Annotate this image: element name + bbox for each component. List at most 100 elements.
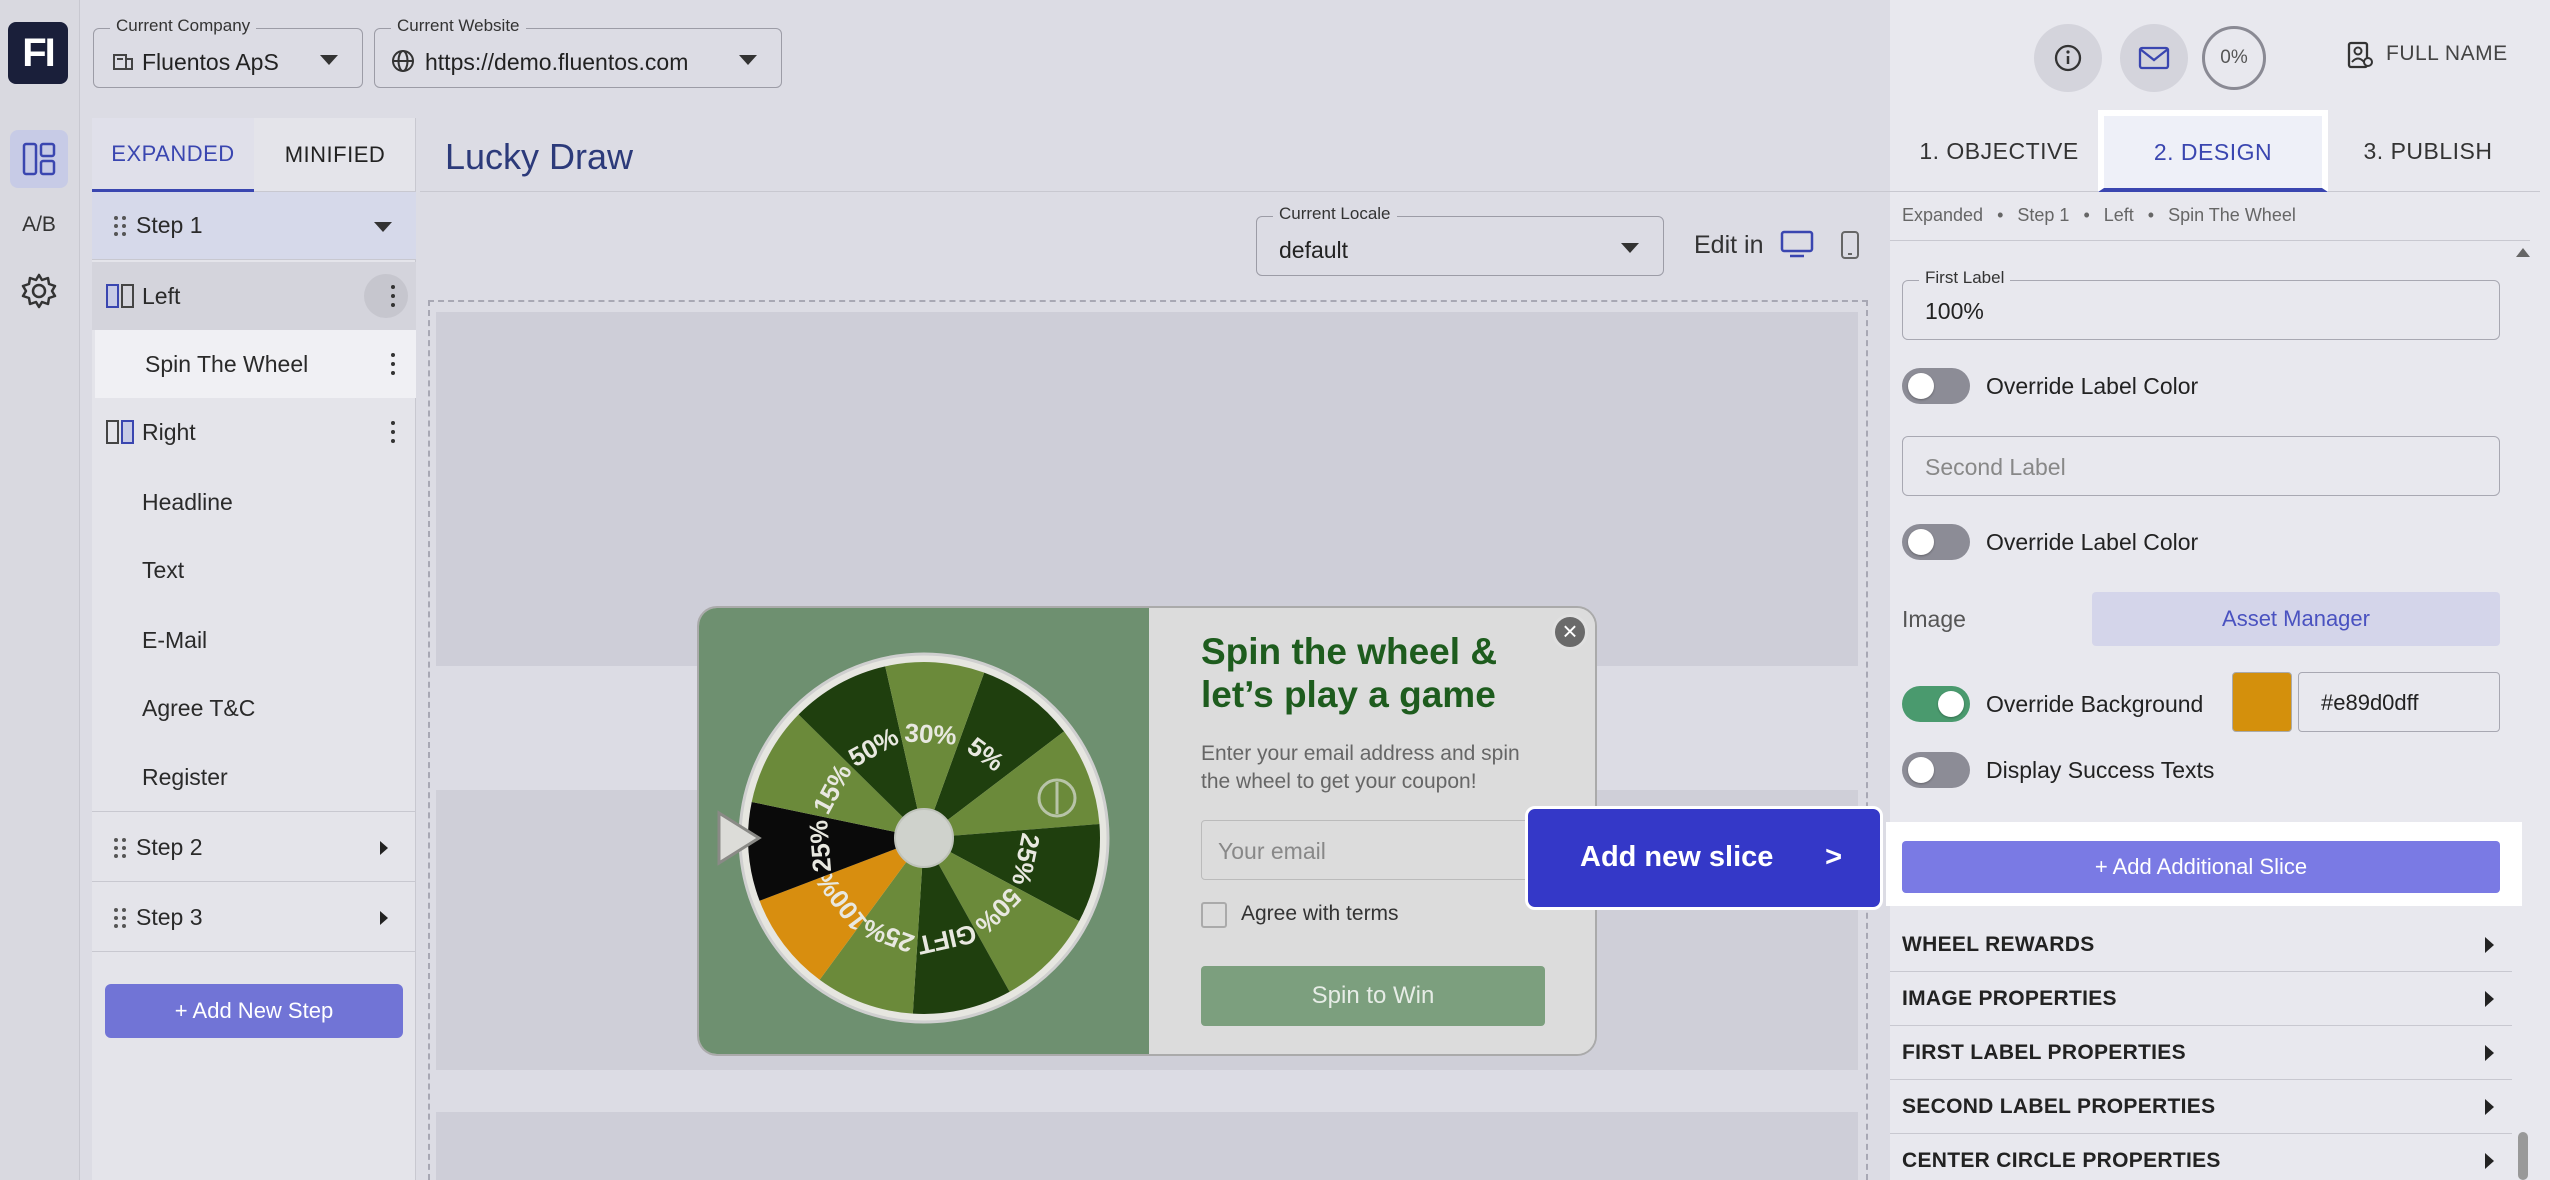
breadcrumb-item[interactable]: Expanded: [1902, 205, 1983, 226]
element-label: E-Mail: [142, 626, 208, 653]
tab-publish[interactable]: 3. PUBLISH: [2328, 110, 2528, 192]
accordion-wheel-rewards[interactable]: WHEEL REWARDS: [1890, 918, 2512, 972]
menu-button-bg: [364, 274, 408, 318]
tab-objective[interactable]: 1. OBJECTIVE: [1900, 110, 2098, 192]
column-layout-icon: [106, 284, 134, 308]
element-item-headline[interactable]: Headline: [92, 468, 416, 536]
tab-minified[interactable]: MINIFIED: [254, 118, 416, 192]
asset-manager-button[interactable]: Asset Manager: [2092, 592, 2500, 646]
chevron-right-icon: [2485, 990, 2494, 1007]
terms-checkbox[interactable]: [1201, 902, 1227, 928]
company-select-value: Fluentos ApS: [142, 49, 279, 75]
breadcrumb-item: Spin The Wheel: [2168, 205, 2296, 225]
field-label: First Label: [1919, 268, 2011, 288]
locale-select-label: Current Locale: [1273, 204, 1397, 224]
override-background-toggle[interactable]: [1902, 686, 1970, 722]
editor-title-bar: [420, 118, 1890, 192]
website-select[interactable]: Current Website https://demo.fluentos.co…: [374, 16, 782, 88]
element-label: Agree T&C: [142, 694, 256, 721]
color-value: #e89d0dff: [2321, 690, 2419, 715]
accordion-first-label-properties[interactable]: FIRST LABEL PROPERTIES: [1890, 1026, 2512, 1080]
website-select-label: Current Website: [391, 16, 526, 36]
element-item-agree-tc[interactable]: Agree T&C: [92, 674, 416, 742]
prize-wheel[interactable]: 5%25%50%GIFT25%100%25%15%50% 30%: [699, 608, 1149, 1056]
toggle-label: Override Background: [1986, 691, 2204, 717]
drag-handle-icon[interactable]: [114, 216, 128, 236]
settings-nav-button[interactable]: [10, 262, 68, 320]
element-item-text[interactable]: Text: [92, 536, 416, 604]
chevron-right-icon: [2485, 1098, 2494, 1115]
editor-nav-button[interactable]: [10, 130, 68, 188]
popup-email-input[interactable]: Your email: [1201, 820, 1561, 880]
gear-icon: [21, 273, 57, 309]
accordion-label: WHEEL REWARDS: [1902, 932, 2095, 956]
accordion-center-circle-properties[interactable]: CENTER CIRCLE PROPERTIES: [1890, 1134, 2512, 1180]
element-item-register[interactable]: Register: [92, 744, 416, 812]
info-icon: [2054, 44, 2082, 72]
company-select-label: Current Company: [110, 16, 257, 36]
app-logo[interactable]: FI: [8, 22, 68, 84]
accordion-image-properties[interactable]: IMAGE PROPERTIES: [1890, 972, 2512, 1026]
accordion-second-label-properties[interactable]: SECOND LABEL PROPERTIES: [1890, 1080, 2512, 1134]
locale-select[interactable]: Current Locale default: [1256, 204, 1664, 276]
background-color-input[interactable]: #e89d0dff: [2298, 672, 2500, 732]
popup-subtext: Enter your email address and spin the wh…: [1201, 742, 1520, 793]
color-swatch[interactable]: [2232, 672, 2292, 732]
toggle-label: Display Success Texts: [1986, 757, 2215, 783]
more-vertical-icon[interactable]: [390, 353, 396, 375]
tab-design[interactable]: 2. DESIGN: [2098, 110, 2328, 192]
mobile-icon[interactable]: [1840, 230, 1860, 260]
step-label: Step 1: [136, 212, 203, 238]
desktop-icon[interactable]: [1780, 230, 1814, 258]
second-label-field[interactable]: Second Label: [1902, 436, 2500, 496]
progress-indicator: 0%: [2202, 26, 2266, 90]
user-profile-icon[interactable]: [2346, 40, 2374, 70]
add-step-button[interactable]: + Add New Step: [105, 984, 403, 1038]
accordion-label: FIRST LABEL PROPERTIES: [1902, 1040, 2186, 1064]
chevron-down-icon[interactable]: [374, 222, 392, 232]
section-item-left[interactable]: Left: [92, 262, 416, 330]
step-item-3[interactable]: Step 3: [92, 884, 416, 952]
drag-handle-icon[interactable]: [114, 838, 128, 858]
first-label-field[interactable]: First Label 100%: [1902, 268, 2500, 340]
section-item-right[interactable]: Right: [92, 398, 416, 466]
chevron-right-icon[interactable]: [380, 840, 388, 855]
chevron-right-icon[interactable]: [380, 910, 388, 925]
messages-button[interactable]: [2120, 24, 2188, 92]
more-vertical-icon[interactable]: [390, 421, 396, 443]
scroll-up-arrow-icon[interactable]: [2516, 248, 2530, 257]
more-vertical-icon[interactable]: [390, 285, 396, 307]
globe-icon: [392, 50, 414, 72]
step-label: Step 2: [136, 834, 203, 860]
company-select[interactable]: Current Company Fluentos ApS: [93, 16, 363, 88]
lucky-draw-popup[interactable]: 5% 25% 50% GIFT 25% 100% 25% 15% 50% 30% Spin the…: [697, 606, 1597, 1056]
step-item-1[interactable]: Step 1: [92, 192, 416, 260]
element-label: Register: [142, 764, 228, 790]
steps-tabs: EXPANDED MINIFIED: [92, 118, 416, 192]
override-label-color-toggle-1[interactable]: [1902, 368, 1970, 404]
drag-handle-icon[interactable]: [114, 908, 128, 928]
add-additional-slice-button[interactable]: + Add Additional Slice: [1902, 841, 2500, 893]
section-label: Left: [142, 282, 181, 309]
ab-test-nav-button[interactable]: A/B: [10, 196, 68, 254]
breadcrumb-item[interactable]: Left: [2104, 205, 2134, 226]
chevron-down-icon: [1621, 243, 1639, 253]
wheel-panel: 5% 25% 50% GIFT 25% 100% 25% 15% 50% 30%: [699, 608, 1149, 1056]
element-item-spin-wheel[interactable]: Spin The Wheel: [92, 330, 416, 398]
spin-to-win-button[interactable]: Spin to Win: [1201, 966, 1545, 1026]
field-placeholder: Second Label: [1925, 454, 2066, 480]
override-label-color-toggle-2[interactable]: [1902, 524, 1970, 560]
tab-expanded[interactable]: EXPANDED: [92, 118, 254, 192]
breadcrumb-item[interactable]: Step 1: [2017, 205, 2069, 226]
info-button[interactable]: [2034, 24, 2102, 92]
user-name[interactable]: FULL NAME: [2386, 42, 2508, 66]
display-success-texts-toggle[interactable]: [1902, 752, 1970, 788]
add-new-slice-callout[interactable]: Add new slice >: [1525, 806, 1883, 910]
element-item-email[interactable]: E-Mail: [92, 606, 416, 674]
chevron-right-icon: [2485, 1153, 2494, 1169]
callout-label: Add new slice: [1580, 841, 1774, 873]
close-popup-button[interactable]: ×: [1552, 614, 1588, 650]
step-item-2[interactable]: Step 2: [92, 814, 416, 882]
toggle-label: Override Label Color: [1986, 529, 2199, 555]
scrollbar-thumb[interactable]: [2518, 1132, 2528, 1180]
